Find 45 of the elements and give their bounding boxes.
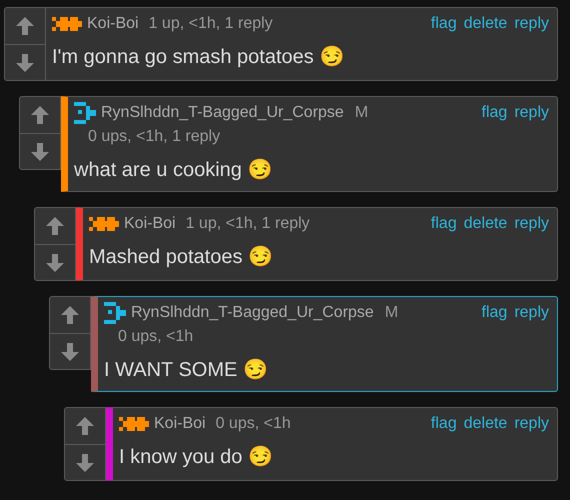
- upvote-arrow-icon: [74, 415, 96, 437]
- avatar-icon: [52, 17, 82, 31]
- downvote-arrow-icon: [74, 452, 96, 474]
- action-link[interactable]: delete: [464, 212, 508, 236]
- comment-text: I'm gonna go smash potatoes 😏: [52, 44, 346, 70]
- comment-meta: 0 ups, <1h: [117, 327, 194, 347]
- upvote-arrow-icon: [59, 304, 81, 326]
- comment-meta: 1 up, <1h, 1 reply: [186, 214, 310, 234]
- upvote-arrow-icon: [29, 104, 51, 126]
- comment-meta: 0 ups, <1h, 1 reply: [87, 127, 220, 147]
- upvote-arrow-icon: [14, 15, 36, 37]
- username-link[interactable]: Koi-Boi: [154, 412, 206, 436]
- username-link[interactable]: Koi-Boi: [87, 12, 139, 36]
- comment-text: Mashed potatoes 😏: [89, 244, 274, 270]
- avatar-icon: [74, 102, 96, 124]
- action-link[interactable]: reply: [514, 101, 549, 125]
- downvote-arrow-icon: [14, 52, 36, 74]
- action-link[interactable]: flag: [430, 212, 457, 236]
- comment-text: I know you do 😏: [119, 444, 274, 470]
- action-link[interactable]: reply: [514, 301, 549, 325]
- action-link[interactable]: reply: [514, 212, 549, 236]
- avatar-icon: [119, 417, 149, 431]
- username-link[interactable]: RynSlhddn_T-Bagged_Ur_Corpse: [101, 101, 344, 125]
- comment-text: what are u cooking 😏: [74, 158, 274, 183]
- action-link[interactable]: flag: [482, 101, 508, 125]
- comment-meta: 1 up, <1h, 1 reply: [148, 14, 273, 34]
- username-link[interactable]: RynSlhddn_T-Bagged_Ur_Corpse: [131, 301, 374, 325]
- action-link[interactable]: delete: [464, 412, 508, 436]
- downvote-arrow-icon: [59, 340, 81, 362]
- username-link[interactable]: Koi-Boi: [124, 212, 176, 236]
- action-link[interactable]: flag: [430, 412, 457, 436]
- avatar-icon: [89, 217, 119, 231]
- upvote-arrow-icon: [44, 215, 66, 237]
- user-flair-label: M: [384, 303, 398, 323]
- downvote-arrow-icon: [44, 252, 66, 274]
- action-link[interactable]: reply: [514, 412, 549, 436]
- action-link[interactable]: flag: [430, 12, 457, 36]
- downvote-arrow-icon: [29, 140, 51, 162]
- user-flair-label: M: [354, 103, 368, 123]
- comment-meta: 0 ups, <1h: [216, 414, 291, 434]
- avatar-icon: [104, 302, 126, 324]
- action-link[interactable]: flag: [482, 301, 508, 325]
- action-link[interactable]: reply: [514, 12, 549, 36]
- comment-text: I WANT SOME 😏: [104, 358, 269, 383]
- action-link[interactable]: delete: [464, 12, 508, 36]
